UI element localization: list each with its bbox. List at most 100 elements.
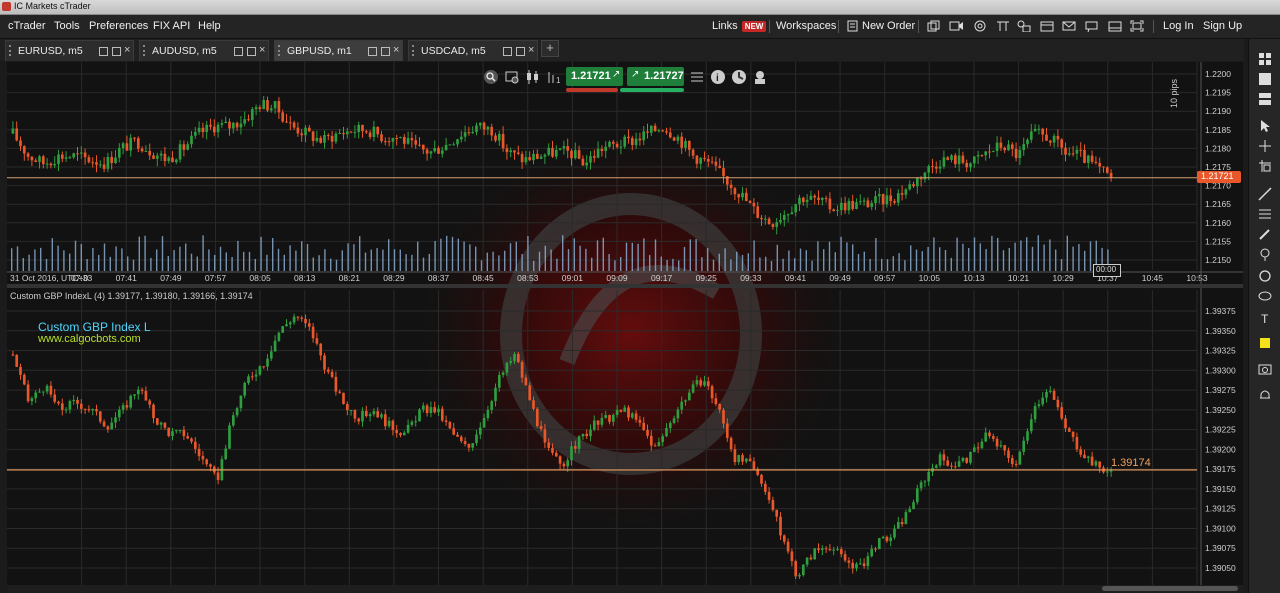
indicator-candle: [376, 407, 380, 418]
single-layout-icon[interactable]: [1258, 72, 1272, 86]
popout-tab-icon[interactable]: [516, 47, 525, 56]
indicator-candle: [980, 438, 984, 449]
indicator-y-tick-label: 1.39250: [1205, 405, 1236, 415]
screenshot-icon[interactable]: [1258, 362, 1272, 376]
indicator-candle: [269, 345, 273, 362]
close-tab-icon[interactable]: ×: [528, 44, 534, 56]
candle-body: [224, 448, 228, 460]
scrollbar-thumb[interactable]: [1102, 586, 1238, 591]
tab-eurusd-m5[interactable]: EURUSD, m5 ×: [5, 40, 134, 61]
messages-icon[interactable]: [1062, 20, 1076, 32]
drag-handle-icon[interactable]: [278, 45, 282, 56]
candlestick-type-icon[interactable]: [525, 69, 541, 85]
login-button[interactable]: Log In: [1163, 20, 1194, 32]
trader-icon[interactable]: [752, 69, 768, 85]
detach-tab-icon[interactable]: [503, 47, 512, 56]
main-candle: [1026, 138, 1029, 148]
zoom-area-icon[interactable]: [1258, 159, 1272, 173]
indicator-candle: [133, 394, 136, 400]
indicator-y-tick-label: 1.39075: [1205, 543, 1236, 553]
candle-body: [136, 138, 140, 149]
new-order-button[interactable]: New Order: [847, 19, 915, 33]
fibonacci-icon[interactable]: [1258, 207, 1272, 221]
volume-bar: [544, 245, 546, 271]
circle-tool-icon[interactable]: [1258, 269, 1272, 283]
drag-handle-icon[interactable]: [143, 45, 147, 56]
color-picker-icon[interactable]: [1258, 336, 1272, 350]
sell-button[interactable]: 1.21721 ↗: [566, 67, 623, 86]
rows-layout-icon[interactable]: [1258, 92, 1272, 106]
pin-icon[interactable]: [1258, 248, 1272, 262]
menu-ctrader[interactable]: cTrader: [8, 20, 46, 32]
crosshair-icon[interactable]: [1258, 139, 1272, 153]
close-tab-icon[interactable]: ×: [259, 44, 265, 56]
candle-body: [178, 429, 182, 431]
detach-tab-icon[interactable]: [99, 47, 108, 56]
detach-tab-icon[interactable]: [368, 47, 377, 56]
cash-icon[interactable]: [1040, 20, 1054, 32]
candle-body: [596, 148, 600, 158]
tab-gbpusd-m1[interactable]: GBPUSD, m1 ×: [274, 40, 403, 61]
volume-bar: [150, 257, 152, 271]
buy-button[interactable]: ↗ 1.21727: [627, 67, 684, 86]
tab-audusd-m5[interactable]: AUDUSD, m5 ×: [139, 40, 269, 61]
ellipse-tool-icon[interactable]: [1258, 289, 1272, 303]
alert-bell-icon[interactable]: [1258, 388, 1272, 402]
sentiment-icon[interactable]: [731, 69, 747, 85]
popout-tab-icon[interactable]: [381, 47, 390, 56]
pen-icon[interactable]: [1258, 227, 1272, 241]
main-candle: [292, 120, 296, 130]
volume-bar: [237, 240, 239, 271]
timeframe-icon[interactable]: 1: [546, 69, 564, 85]
grid-layout-icon[interactable]: [1258, 52, 1272, 66]
add-tab-button[interactable]: +: [541, 40, 559, 57]
signup-button[interactable]: Sign Up: [1203, 20, 1242, 32]
detach-window-icon[interactable]: [927, 20, 941, 32]
menu-tools[interactable]: Tools: [54, 20, 80, 32]
video-icon[interactable]: [949, 20, 963, 32]
copy-trading-icon[interactable]: [1017, 20, 1031, 32]
candle-body: [1094, 161, 1098, 163]
main-candle: [494, 132, 497, 143]
menu-preferences[interactable]: Preferences: [89, 20, 148, 32]
menu-fix-api[interactable]: FIX API: [153, 20, 190, 32]
indicator-candle: [991, 433, 995, 442]
candle-body: [425, 405, 429, 414]
candle-body: [258, 366, 262, 375]
workspaces-button[interactable]: Workspaces: [776, 19, 836, 33]
indicator-candle: [49, 381, 53, 398]
pointer-icon[interactable]: [1258, 119, 1272, 133]
tab-usdcad-m5[interactable]: USDCAD, m5 ×: [408, 40, 538, 61]
drag-handle-icon[interactable]: [412, 45, 416, 56]
chart-settings-icon[interactable]: [504, 69, 520, 85]
text-tool-icon[interactable]: T: [1258, 311, 1272, 325]
chat-icon[interactable]: [1085, 20, 1099, 32]
trendline-icon[interactable]: [1258, 187, 1272, 201]
chart-area[interactable]: 31 Oct 2016, UTC+0 07:33 07:41 07:49 07:57 08…: [7, 62, 1243, 586]
support-icon[interactable]: [973, 20, 987, 32]
detach-tab-icon[interactable]: [234, 47, 243, 56]
indicator-candle: [315, 332, 319, 346]
candle-body: [319, 343, 323, 356]
popout-tab-icon[interactable]: [247, 47, 256, 56]
horizontal-scrollbar[interactable]: [7, 585, 1243, 593]
info-icon[interactable]: i: [710, 69, 726, 85]
popout-tab-icon[interactable]: [112, 47, 121, 56]
indicator-candle: [957, 455, 961, 468]
fullscreen-icon[interactable]: [1130, 20, 1144, 32]
drag-handle-icon[interactable]: [9, 45, 13, 56]
close-tab-icon[interactable]: ×: [393, 44, 399, 56]
candle-body: [155, 418, 159, 425]
links-button[interactable]: Links NEW: [712, 19, 767, 33]
menu-help[interactable]: Help: [198, 20, 221, 32]
volume-bar: [892, 256, 894, 271]
zoom-icon[interactable]: [483, 69, 499, 85]
close-tab-icon[interactable]: ×: [124, 44, 130, 56]
candle-body: [684, 400, 687, 402]
chart-canvas[interactable]: 31 Oct 2016, UTC+007:33 07:41 07:49 07:57 08…: [7, 62, 1243, 586]
candle-body: [334, 133, 338, 142]
calendar-icon[interactable]: [996, 20, 1010, 32]
candle-body: [699, 380, 703, 386]
layout-icon[interactable]: [1108, 20, 1122, 32]
order-list-icon[interactable]: [689, 69, 705, 85]
